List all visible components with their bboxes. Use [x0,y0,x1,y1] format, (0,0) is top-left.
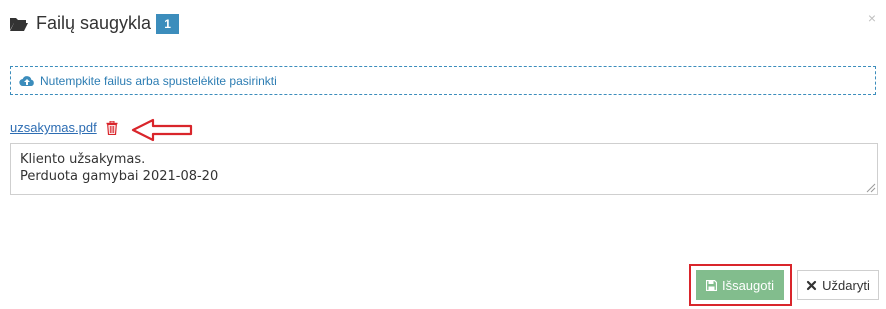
floppy-disk-icon [705,279,717,291]
file-note-textarea[interactable]: Kliento užsakymas. Perduota gamybai 2021… [10,143,878,195]
resize-grip-icon[interactable] [866,183,876,193]
file-row: uzsakymas.pdf [10,120,118,135]
close-button-label: Uždaryti [822,277,870,293]
cloud-upload-icon [19,75,34,86]
file-link[interactable]: uzsakymas.pdf [10,120,97,135]
dropzone-text: Nutempkite failus arba spustelėkite pasi… [40,73,277,88]
file-dropzone[interactable]: Nutempkite failus arba spustelėkite pasi… [10,66,876,95]
save-button-label: Išsaugoti [721,277,775,293]
dialog-title: Failų saugykla [36,13,152,33]
dialog-header: Failų saugykla 1 × [0,0,886,50]
trash-icon[interactable] [106,120,118,135]
file-count-badge: 1 [156,13,180,34]
close-button[interactable]: Uždaryti [797,270,879,300]
folder-open-icon [10,17,28,31]
title-wrap: Failų saugykla 1 [9,13,180,34]
times-icon [807,280,817,290]
dialog-close-icon[interactable]: × [868,10,876,26]
save-button[interactable]: Išsaugoti [696,270,784,300]
annotation-arrow-icon [131,118,193,142]
